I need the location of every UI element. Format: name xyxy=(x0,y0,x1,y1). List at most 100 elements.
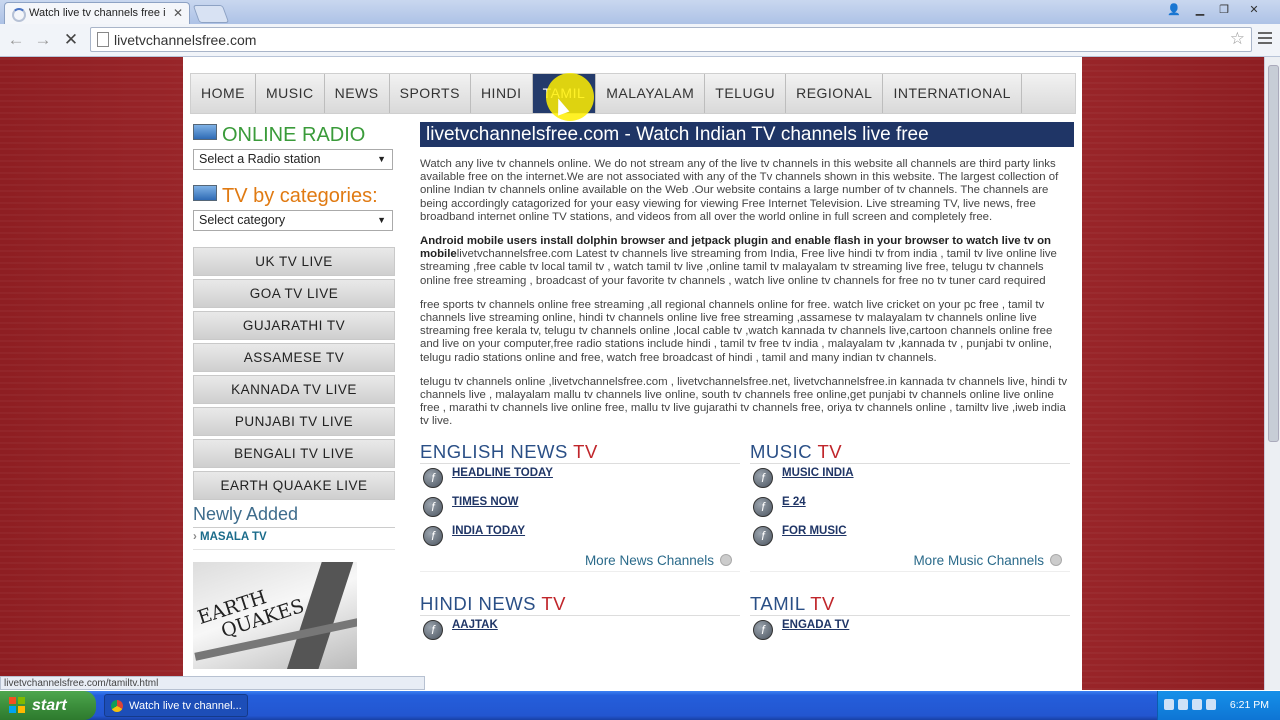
chrome-icon xyxy=(111,700,123,712)
sports-paragraph: free sports tv channels online free stre… xyxy=(420,298,1053,364)
flash-icon: f xyxy=(423,467,443,488)
page-viewport: HOME MUSIC NEWS SPORTS HINDI TAMIL MALAY… xyxy=(0,57,1264,690)
channel-button-list: UK TV LIVE GOA TV LIVE GUJARATHI TV ASSA… xyxy=(193,247,395,500)
radio-station-select[interactable]: Select a Radio station ▼ xyxy=(193,149,393,170)
main-nav: HOME MUSIC NEWS SPORTS HINDI TAMIL MALAY… xyxy=(190,73,1076,114)
volume-icon[interactable] xyxy=(1206,699,1216,710)
bookmark-star-icon[interactable]: ☆ xyxy=(1230,29,1245,49)
monitor-icon xyxy=(193,185,217,201)
nav-home[interactable]: HOME xyxy=(191,74,256,113)
category-select[interactable]: Select category ▼ xyxy=(193,210,393,231)
flash-icon: f xyxy=(423,619,443,640)
nav-regional[interactable]: REGIONAL xyxy=(786,74,884,113)
newly-added-heading: Newly Added xyxy=(193,504,395,528)
browser-tab[interactable]: Watch live tv channels free i ✕ xyxy=(4,2,190,24)
flash-icon: f xyxy=(753,496,773,517)
address-bar[interactable]: livetvchannelsfree.com ☆ xyxy=(90,27,1252,52)
nav-music[interactable]: MUSIC xyxy=(256,74,325,113)
flash-icon: f xyxy=(423,496,443,517)
sidebar: ONLINE RADIO Select a Radio station ▼ TV … xyxy=(193,123,395,669)
flash-icon: f xyxy=(753,525,773,546)
chevron-down-icon: ▼ xyxy=(377,215,386,225)
goa-tv-live-button[interactable]: GOA TV LIVE xyxy=(193,279,395,308)
more-music-link[interactable]: More Music Channels xyxy=(750,551,1070,572)
category-grid: ENGLISH NEWS TV f HEADLINE TODAY f TIMES N… xyxy=(420,441,1074,671)
windows-logo-icon xyxy=(9,697,26,714)
more-news-link[interactable]: More News Channels xyxy=(420,551,740,572)
nav-international[interactable]: INTERNATIONAL xyxy=(883,74,1022,113)
page-icon xyxy=(97,32,109,47)
menu-icon[interactable] xyxy=(1258,32,1272,47)
arrow-circle-icon xyxy=(720,553,732,566)
back-button[interactable]: ← xyxy=(6,30,26,50)
chevron-down-icon: ▼ xyxy=(377,154,386,164)
channel-item[interactable]: fE 24 xyxy=(750,493,1070,522)
earth-quaake-live-button[interactable]: EARTH QUAAKE LIVE xyxy=(193,471,395,500)
clock: 6:21 PM xyxy=(1229,699,1269,711)
nav-sports[interactable]: SPORTS xyxy=(390,74,471,113)
channel-item[interactable]: f FOR MUSIC xyxy=(750,522,1070,551)
telugu-paragraph: telugu tv channels online ,livetvchannel… xyxy=(420,375,1068,428)
english-news-section: ENGLISH NEWS TV f HEADLINE TODAY f TIMES N… xyxy=(420,441,740,572)
flash-icon: f xyxy=(423,525,443,546)
channel-item[interactable]: f MUSIC INDIA xyxy=(750,464,1070,493)
loading-spinner-icon xyxy=(12,8,26,22)
cursor-highlight xyxy=(546,73,594,121)
intro-paragraph: Watch any live tv channels online. We do… xyxy=(420,158,1059,223)
nav-malayalam[interactable]: MALAYALAM xyxy=(596,74,706,113)
close-window-button[interactable]: ✕ xyxy=(1242,2,1266,18)
stop-button[interactable]: ✕ xyxy=(61,30,81,50)
channel-item[interactable]: f AAJTAK xyxy=(420,616,740,645)
tv-categories-heading: TV by categories: xyxy=(193,184,395,208)
tamil-section: TAMIL TV f ENGADA TV xyxy=(750,593,1070,645)
close-tab-icon[interactable]: ✕ xyxy=(173,6,183,20)
tab-title: Watch live tv channels free i xyxy=(29,7,166,19)
channel-item[interactable]: f HEADLINE TODAY xyxy=(420,464,740,493)
section-title: ENGLISH NEWS TV xyxy=(420,441,740,464)
channel-item[interactable]: f INDIA TODAY xyxy=(420,522,740,551)
flash-icon: f xyxy=(753,467,773,488)
minimize-button[interactable]: ▁ xyxy=(1188,2,1212,18)
section-title: TAMIL TV xyxy=(750,593,1070,616)
punjabi-tv-live-button[interactable]: PUNJABI TV LIVE xyxy=(193,407,395,436)
restore-button[interactable]: ❐ xyxy=(1212,2,1236,18)
main-content: livetvchannelsfree.com - Watch Indian TV… xyxy=(420,122,1074,671)
scrollbar-thumb[interactable] xyxy=(1268,65,1279,442)
kannada-tv-live-button[interactable]: KANNADA TV LIVE xyxy=(193,375,395,404)
channel-item[interactable]: f ENGADA TV xyxy=(750,616,1070,645)
uk-tv-live-button[interactable]: UK TV LIVE xyxy=(193,247,395,276)
section-title: MUSIC TV xyxy=(750,441,1070,464)
browser-toolbar: ← → ✕ livetvchannelsfree.com ☆ xyxy=(0,24,1280,57)
system-tray: 6:21 PM xyxy=(1157,691,1280,720)
nav-hindi[interactable]: HINDI xyxy=(471,74,533,113)
site-container: HOME MUSIC NEWS SPORTS HINDI TAMIL MALAY… xyxy=(183,57,1082,690)
earth-quakes-image[interactable]: EARTH QUAKES xyxy=(193,562,357,669)
chrome-task-button[interactable]: Watch live tv channel... xyxy=(104,694,248,717)
user-icon[interactable]: 👤 xyxy=(1162,2,1186,18)
online-radio-heading: ONLINE RADIO xyxy=(193,123,395,147)
section-title: HINDI NEWS TV xyxy=(420,593,740,616)
status-bar-url: livetvchannelsfree.com/tamiltv.html xyxy=(0,676,425,690)
nav-news[interactable]: NEWS xyxy=(325,74,390,113)
vertical-scrollbar[interactable] xyxy=(1264,57,1280,690)
nav-telugu[interactable]: TELUGU xyxy=(705,74,787,113)
arrow-circle-icon xyxy=(1050,553,1062,566)
masala-tv-link[interactable]: MASALA TV xyxy=(193,531,395,550)
music-section: MUSIC TV f MUSIC INDIA fE 24 f FOR MUSIC M… xyxy=(750,441,1070,572)
page-title: livetvchannelsfree.com - Watch Indian TV… xyxy=(420,122,1074,147)
browser-tab-strip: Watch live tv channels free i ✕ 👤 ▁ ❐ ✕ xyxy=(0,0,1280,24)
flash-icon: f xyxy=(753,619,773,640)
safely-remove-icon[interactable] xyxy=(1192,699,1202,710)
network-icon[interactable] xyxy=(1178,699,1188,710)
taskbar: start Watch live tv channel... 6:21 PM xyxy=(0,691,1280,720)
forward-button[interactable]: → xyxy=(33,30,53,50)
tray-arrow-icon[interactable] xyxy=(1164,699,1174,710)
channel-item[interactable]: f TIMES NOW xyxy=(420,493,740,522)
url-text: livetvchannelsfree.com xyxy=(114,32,257,48)
start-button[interactable]: start xyxy=(0,691,96,720)
new-tab-button[interactable] xyxy=(192,5,230,23)
monitor-icon xyxy=(193,124,217,140)
gujarathi-tv-button[interactable]: GUJARATHI TV xyxy=(193,311,395,340)
assamese-tv-button[interactable]: ASSAMESE TV xyxy=(193,343,395,372)
bengali-tv-live-button[interactable]: BENGALI TV LIVE xyxy=(193,439,395,468)
